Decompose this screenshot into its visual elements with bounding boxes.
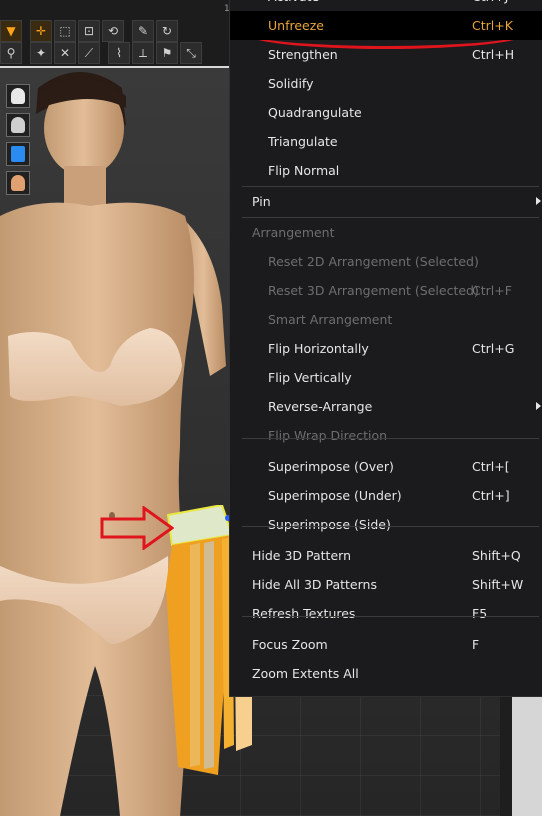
transform-icon[interactable]: ⟲	[102, 20, 124, 42]
edit-box-icon[interactable]: ⊡	[78, 20, 100, 42]
menu-item-quadrangulate[interactable]: Quadrangulate	[230, 98, 542, 127]
menu-separator	[242, 217, 539, 218]
brush-icon[interactable]: ⌇	[108, 42, 130, 64]
garment-icon[interactable]	[6, 84, 30, 108]
side-tools	[6, 84, 30, 200]
menu-item-label: Pin	[252, 194, 271, 209]
menu-item-smart-arrangement: Smart Arrangement	[230, 305, 542, 334]
menu-item-hide-all-3d-patterns[interactable]: Hide All 3D Patterns Shift+W	[230, 570, 542, 599]
menu-item-label: Arrangement	[252, 225, 335, 240]
menu-item-label: Reverse-Arrange	[268, 399, 373, 414]
menu-separator	[242, 186, 539, 187]
select-box-icon[interactable]: ⬚	[54, 20, 76, 42]
toolbar: 1 ▼ ✛ ⬚ ⊡ ⟲ ✎ ↻ ⚲ ✦ ✕ ⟋ ⌇ ⟂ ⚑ ⤡	[0, 0, 240, 68]
menu-item-label: Unfreeze	[268, 18, 324, 33]
menu-item-flip-wrap-direction: Flip Wrap Direction	[230, 421, 542, 450]
menu-item-label: Reset 2D Arrangement (Selected)	[268, 254, 479, 269]
menu-item-refresh-textures[interactable]: Refresh Textures F5	[230, 599, 542, 628]
move-icon[interactable]: ✛	[30, 20, 52, 42]
menu-item-shortcut: Shift+Q	[472, 548, 521, 563]
menu-item-shortcut: F5	[472, 606, 488, 621]
tack-icon[interactable]: ✦	[30, 42, 52, 64]
menu-item-reset-2d-arrangement-selected: Reset 2D Arrangement (Selected)	[230, 247, 542, 276]
red-annotation-arrow	[100, 506, 174, 550]
menu-item-superimpose-side[interactable]: Superimpose (Side)	[230, 510, 542, 539]
menu-item-reverse-arrange[interactable]: Reverse-Arrange	[230, 392, 542, 421]
menu-item-label: Hide All 3D Patterns	[252, 577, 377, 592]
menu-item-shortcut: F	[472, 637, 480, 652]
submenu-arrow-icon	[536, 402, 541, 410]
menu-item-shortcut: Ctrl+H	[472, 47, 515, 62]
menu-item-arrangement: Arrangement	[230, 218, 542, 247]
menu-item-label: Solidify	[268, 76, 314, 91]
menu-separator	[242, 438, 539, 439]
menu-item-label: Focus Zoom	[252, 637, 328, 652]
tack-cross-icon[interactable]: ✕	[54, 42, 76, 64]
menu-item-focus-zoom[interactable]: Focus Zoom F	[230, 630, 542, 659]
menu-item-label: Quadrangulate	[268, 105, 362, 120]
context-menu: Activate Ctrl+J Unfreeze Ctrl+K Strengthen Ct…	[229, 0, 542, 697]
menu-item-label: Triangulate	[268, 134, 338, 149]
rotate-icon[interactable]: ↻	[156, 20, 178, 42]
menu-item-unfreeze[interactable]: Unfreeze Ctrl+K	[230, 11, 542, 40]
menu-item-hide-3d-pattern[interactable]: Hide 3D Pattern Shift+Q	[230, 541, 542, 570]
toolbar-row-1: ▼ ✛ ⬚ ⊡ ⟲ ✎ ↻	[0, 20, 180, 42]
menu-item-triangulate[interactable]: Triangulate	[230, 127, 542, 156]
fold-icon[interactable]: ⟋	[78, 42, 100, 64]
menu-item-label: Activate	[268, 0, 319, 11]
avatar-head-icon[interactable]	[6, 171, 30, 195]
menu-item-shortcut: Ctrl+F	[472, 283, 512, 298]
right-side-panel	[500, 696, 542, 816]
menu-item-strengthen[interactable]: Strengthen Ctrl+H	[230, 40, 542, 69]
menu-item-label: Hide 3D Pattern	[252, 548, 351, 563]
avatar-walk-icon[interactable]: ⚲	[0, 42, 22, 64]
menu-item-pin[interactable]: Pin	[230, 187, 542, 216]
menu-separator	[242, 616, 539, 617]
menu-item-label: Flip Normal	[268, 163, 340, 178]
down-arrow-icon[interactable]: ▼	[0, 20, 22, 42]
menu-item-shortcut: Ctrl+[	[472, 459, 510, 474]
menu-item-zoom-extents-all[interactable]: Zoom Extents All	[230, 659, 542, 688]
menu-item-reset-3d-arrangement-selected: Reset 3D Arrangement (Selected) Ctrl+F	[230, 276, 542, 305]
menu-item-label: Strengthen	[268, 47, 338, 62]
pin-icon[interactable]: ⚑	[156, 42, 178, 64]
menu-item-shortcut: Ctrl+K	[472, 18, 513, 33]
menu-item-label: Zoom Extents All	[252, 666, 359, 681]
menu-item-shortcut: Ctrl+G	[472, 341, 515, 356]
menu-item-label: Flip Vertically	[268, 370, 352, 385]
menu-item-superimpose-over[interactable]: Superimpose (Over) Ctrl+[	[230, 452, 542, 481]
menu-item-superimpose-under[interactable]: Superimpose (Under) Ctrl+]	[230, 481, 542, 510]
fabric-icon[interactable]	[6, 142, 30, 166]
menu-item-solidify[interactable]: Solidify	[230, 69, 542, 98]
menu-item-activate[interactable]: Activate Ctrl+J	[230, 0, 542, 11]
menu-item-flip-vertically[interactable]: Flip Vertically	[230, 363, 542, 392]
avatar-select-icon[interactable]	[6, 113, 30, 137]
menu-item-label: Superimpose (Over)	[268, 459, 394, 474]
menu-separator	[242, 526, 539, 527]
menu-item-label: Refresh Textures	[252, 606, 356, 621]
menu-item-label: Flip Wrap Direction	[268, 428, 388, 443]
toolbar-row-2: ⚲ ✦ ✕ ⟋ ⌇ ⟂ ⚑ ⤡	[0, 42, 204, 64]
menu-item-label: Superimpose (Side)	[268, 517, 391, 532]
arrange-icon[interactable]: ⤡	[180, 42, 202, 64]
menu-item-flip-normal[interactable]: Flip Normal	[230, 156, 542, 185]
menu-item-flip-horizontally[interactable]: Flip Horizontally Ctrl+G	[230, 334, 542, 363]
menu-item-label: Flip Horizontally	[268, 341, 369, 356]
pen-icon[interactable]: ✎	[132, 20, 154, 42]
panel-inner	[512, 696, 542, 816]
menu-item-shortcut: Ctrl+]	[472, 488, 510, 503]
menu-item-label: Smart Arrangement	[268, 312, 393, 327]
menu-item-shortcut: Ctrl+J	[472, 0, 508, 11]
menu-item-label: Reset 3D Arrangement (Selected)	[268, 283, 479, 298]
measure-icon[interactable]: ⟂	[132, 42, 154, 64]
menu-item-label: Superimpose (Under)	[268, 488, 402, 503]
menu-item-shortcut: Shift+W	[472, 577, 524, 592]
submenu-arrow-icon	[536, 197, 541, 205]
